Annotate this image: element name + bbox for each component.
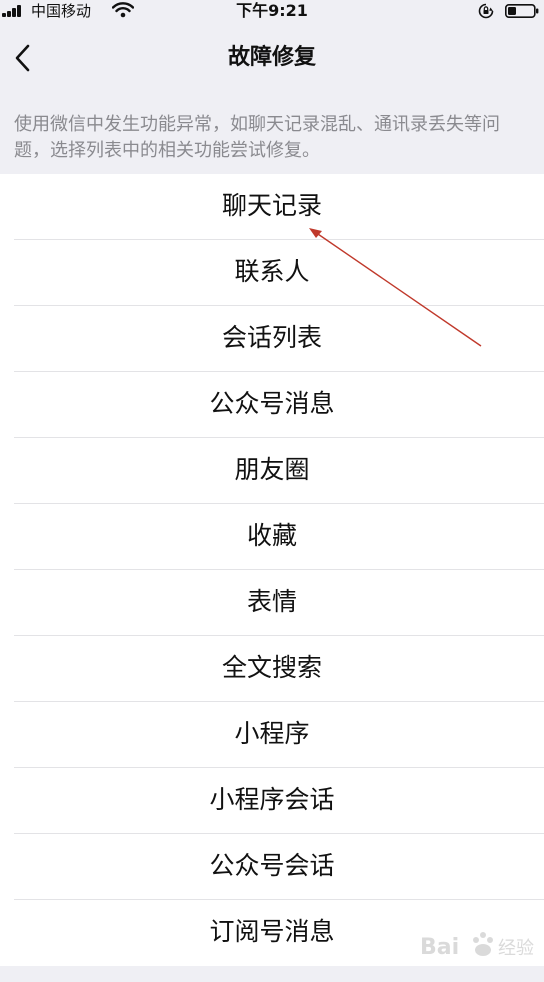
repair-description: 使用微信中发生功能异常，如聊天记录混乱、通讯录丢失等问题，选择列表中的相关功能尝… [14, 114, 500, 161]
repair-item-official-account-messages[interactable]: 公众号消息 [0, 372, 544, 438]
repair-item-mini-programs[interactable]: 小程序 [0, 702, 544, 768]
repair-item-favorites[interactable]: 收藏 [0, 504, 544, 570]
repair-item-moments[interactable]: 朋友圈 [0, 438, 544, 504]
status-time: 下午9:21 [236, 1, 308, 20]
repair-item-contacts[interactable]: 联系人 [0, 240, 544, 306]
chevron-left-icon [15, 44, 30, 72]
page-title: 故障修复 [227, 45, 316, 70]
repair-item-chat-history[interactable]: 聊天记录 [0, 174, 544, 240]
rotation-lock-icon [478, 3, 494, 19]
repair-item-full-text-search[interactable]: 全文搜索 [0, 636, 544, 702]
nav-bar: 故障修复 [0, 22, 544, 94]
back-button[interactable] [8, 38, 42, 78]
svg-text:Bai: Bai [420, 935, 459, 960]
repair-item-chat-list[interactable]: 会话列表 [0, 306, 544, 372]
watermark-logo: Bai 经验 [420, 932, 534, 960]
repair-item-official-account-chats[interactable]: 公众号会话 [0, 834, 544, 900]
repair-item-stickers[interactable]: 表情 [0, 570, 544, 636]
repair-list: 聊天记录 联系人 会话列表 公众号消息 朋友圈 收藏 表情 全文搜索 小程序 小… [0, 174, 544, 966]
battery-icon [505, 4, 539, 18]
status-bar: 中国移动 下午9:21 [0, 0, 544, 22]
svg-text:经验: 经验 [498, 938, 534, 959]
repair-item-mini-program-chats[interactable]: 小程序会话 [0, 768, 544, 834]
